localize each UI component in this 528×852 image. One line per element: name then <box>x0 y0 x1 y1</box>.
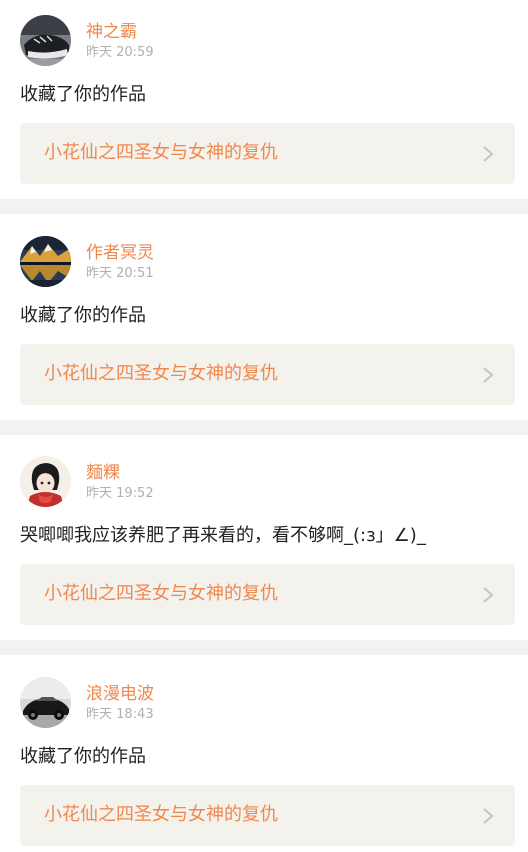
timestamp: 昨天 19:52 <box>86 486 154 501</box>
notification-item: 神之霸 昨天 20:59 收藏了你的作品 小花仙之四圣女与女神的复仇 <box>0 0 528 199</box>
message-text: 收藏了你的作品 <box>20 305 146 326</box>
message-text: 收藏了你的作品 <box>20 746 146 767</box>
chevron-right-icon <box>483 808 494 824</box>
username[interactable]: 作者冥灵 <box>86 243 154 263</box>
sports-car-avatar-icon <box>20 677 71 728</box>
chevron-right-icon <box>483 587 494 603</box>
mountain-lake-avatar-icon <box>20 236 71 287</box>
timestamp: 昨天 20:51 <box>86 266 154 281</box>
username[interactable]: 麵粿 <box>86 463 120 483</box>
chevron-right-icon <box>483 146 494 162</box>
divider <box>0 199 528 214</box>
user-avatar[interactable] <box>20 456 71 507</box>
divider <box>0 640 528 655</box>
message-text: 哭唧唧我应该养肥了再来看的，看不够啊_(:з」∠)_ <box>20 525 426 546</box>
notification-feed: 神之霸 昨天 20:59 收藏了你的作品 小花仙之四圣女与女神的复仇 作者冥灵 … <box>0 0 528 852</box>
divider <box>0 420 528 435</box>
notification-item: 麵粿 昨天 19:52 哭唧唧我应该养肥了再来看的，看不够啊_(:з」∠)_ 小… <box>0 435 528 640</box>
work-link-button[interactable]: 小花仙之四圣女与女神的复仇 <box>20 564 515 625</box>
work-link-button[interactable]: 小花仙之四圣女与女神的复仇 <box>20 123 515 184</box>
chevron-right-icon <box>483 367 494 383</box>
timestamp: 昨天 20:59 <box>86 45 154 60</box>
username[interactable]: 神之霸 <box>86 22 137 42</box>
user-avatar[interactable] <box>20 15 71 66</box>
notification-item: 作者冥灵 昨天 20:51 收藏了你的作品 小花仙之四圣女与女神的复仇 <box>0 214 528 420</box>
work-title: 小花仙之四圣女与女神的复仇 <box>44 583 278 604</box>
work-link-button[interactable]: 小花仙之四圣女与女神的复仇 <box>20 344 515 405</box>
timestamp: 昨天 18:43 <box>86 707 154 722</box>
user-avatar[interactable] <box>20 677 71 728</box>
sneaker-photo-avatar-icon <box>20 15 71 66</box>
message-text: 收藏了你的作品 <box>20 84 146 105</box>
work-link-button[interactable]: 小花仙之四圣女与女神的复仇 <box>20 785 515 846</box>
anime-girl-avatar-icon <box>20 456 71 507</box>
work-title: 小花仙之四圣女与女神的复仇 <box>44 804 278 825</box>
username[interactable]: 浪漫电波 <box>86 684 154 704</box>
user-avatar[interactable] <box>20 236 71 287</box>
work-title: 小花仙之四圣女与女神的复仇 <box>44 142 278 163</box>
notification-item: 浪漫电波 昨天 18:43 收藏了你的作品 小花仙之四圣女与女神的复仇 <box>0 655 528 852</box>
work-title: 小花仙之四圣女与女神的复仇 <box>44 363 278 384</box>
